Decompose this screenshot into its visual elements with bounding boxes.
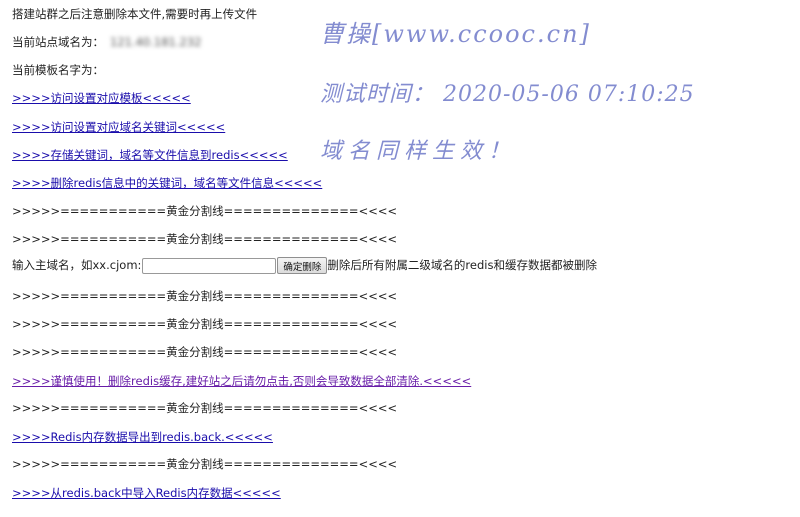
current-domain-value: 121.40.181.232 [110,35,202,49]
watermark-time: 测试时间： 2020-05-06 07:10:25 [320,82,695,107]
separator: >>>>>===========黄金分割线==============<<<< [12,204,398,218]
separator: >>>>>===========黄金分割线==============<<<< [12,345,398,359]
separator: >>>>>===========黄金分割线==============<<<< [12,401,398,415]
watermark-note: 域名同样生效！ [320,139,517,164]
delete-note: 删除后所有附属二级域名的redis和缓存数据都被删除 [327,258,597,272]
current-template-label: 当前模板名字为： [12,63,104,77]
notice-text: 搭建站群之后注意删除本文件,需要时再上传文件 [12,7,258,21]
confirm-delete-button[interactable]: 确定删除 [277,257,328,274]
clear-cache-link[interactable]: >>>>谨慎使用！删除redis缓存,建好站之后请勿点击,否则会导致数据全部清除… [12,374,471,388]
template-settings-link[interactable]: >>>>访问设置对应模板<<<<< [12,91,191,105]
watermark-name: 曹操[www.ccooc.cn] [320,20,591,48]
export-redis-link[interactable]: >>>>Redis内存数据导出到redis.back.<<<<< [12,430,273,444]
delete-domain-form: 输入主域名，如xx.cjom: 确定删除 删除后所有附属二级域名的redis和缓存数… [12,257,597,274]
store-redis-link[interactable]: >>>>存储关键词，域名等文件信息到redis<<<<< [12,148,288,162]
delete-redis-link[interactable]: >>>>删除redis信息中的关键词，域名等文件信息<<<<< [12,176,322,190]
keyword-settings-link[interactable]: >>>>访问设置对应域名关键词<<<<< [12,120,225,134]
current-domain-row: 当前站点域名为： 121.40.181.232 [12,34,201,50]
delete-domain-label: 输入主域名，如xx.cjom: [12,258,142,272]
separator: >>>>>===========黄金分割线==============<<<< [12,317,398,331]
domain-input[interactable] [142,257,277,274]
import-redis-link[interactable]: >>>>从redis.back中导入Redis内存数据<<<<< [12,486,281,500]
separator: >>>>>===========黄金分割线==============<<<< [12,289,398,303]
separator: >>>>>===========黄金分割线==============<<<< [12,232,398,246]
separator: >>>>>===========黄金分割线==============<<<< [12,457,398,471]
current-domain-label: 当前站点域名为： [12,35,104,49]
